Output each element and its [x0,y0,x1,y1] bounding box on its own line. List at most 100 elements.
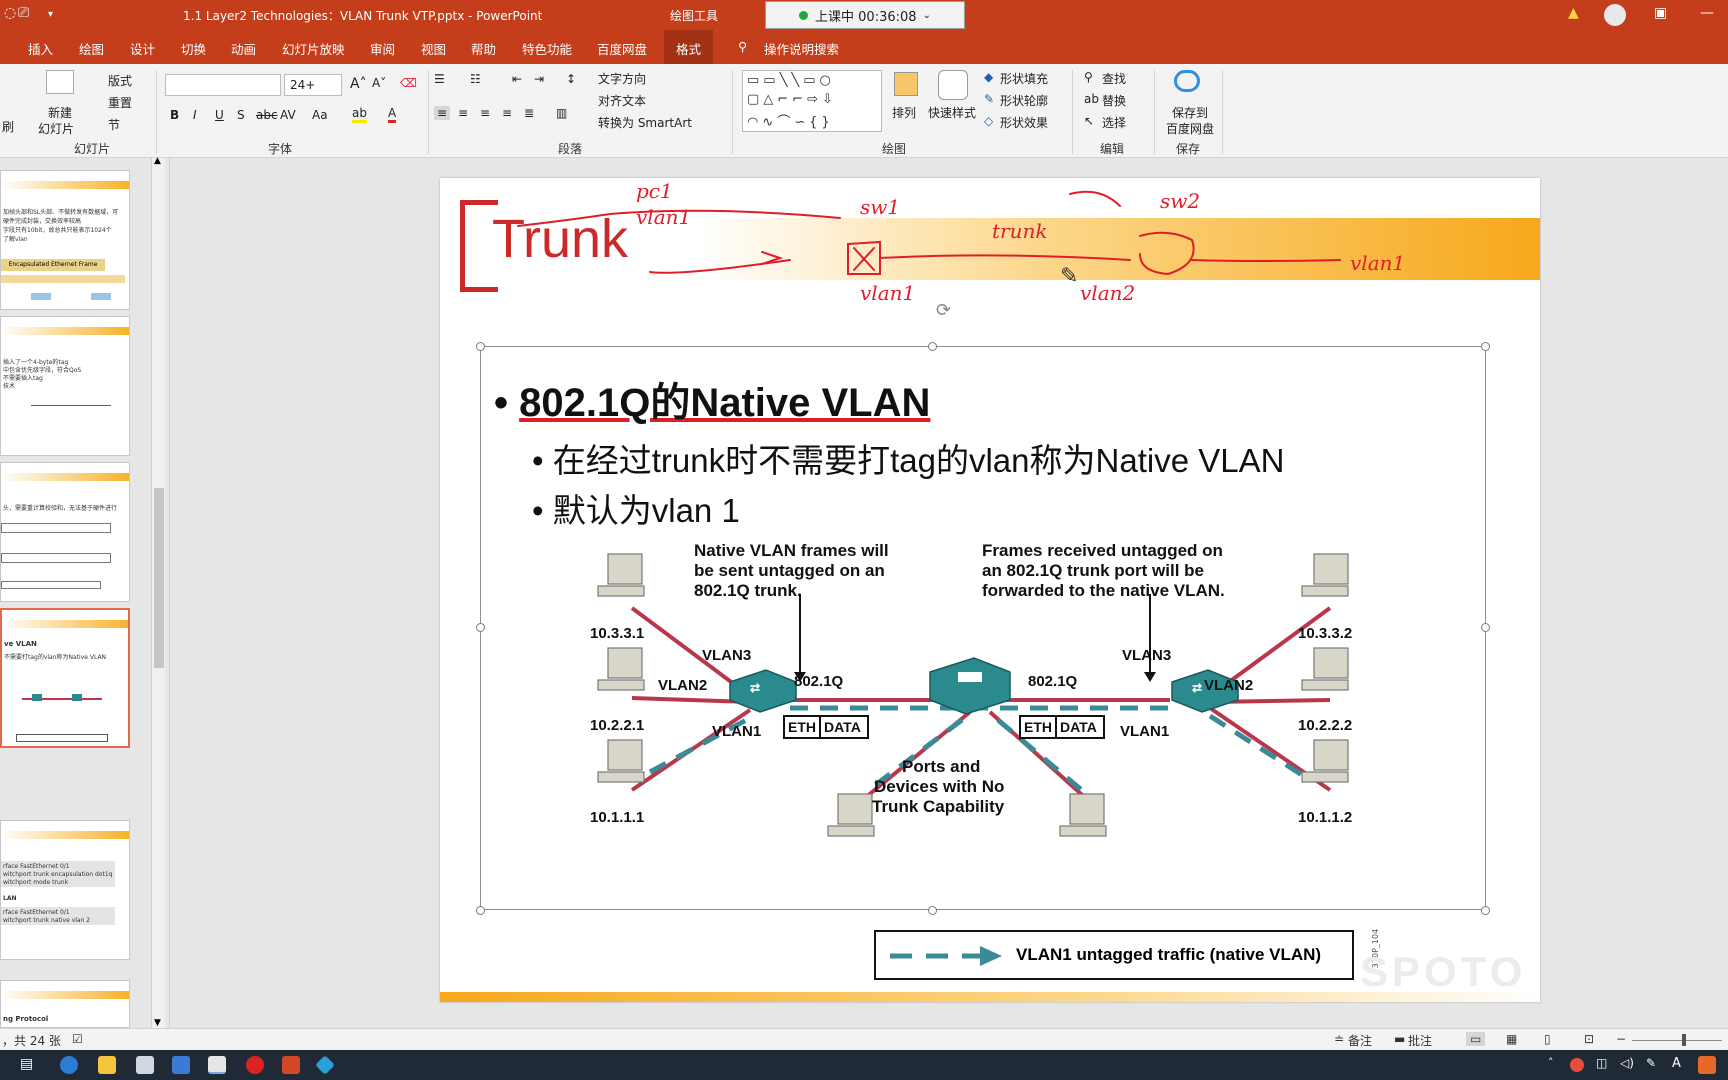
font-name-combo[interactable] [165,74,281,96]
slideshow-view-icon[interactable]: ⊡ [1584,1032,1594,1046]
scrollbar-thumb[interactable] [154,488,164,668]
tab-format[interactable]: 格式 [664,30,714,64]
notes-button[interactable]: 备注 [1348,1032,1372,1049]
new-slide-icon[interactable] [46,70,74,94]
replace-icon[interactable]: ab [1084,92,1099,106]
grow-font-icon[interactable]: A˄ [350,76,367,92]
select-icon[interactable]: ↖ [1084,114,1094,128]
font-size-combo[interactable]: 24+ [284,74,342,96]
accessibility-icon[interactable]: ☑ [72,1032,83,1046]
outline-icon[interactable]: ✎ [984,92,994,106]
arrange-icon[interactable] [894,72,918,96]
resize-handle[interactable] [928,342,937,351]
volume-icon[interactable]: ◁) [1620,1056,1638,1074]
columns-icon[interactable]: ▥ [556,106,567,120]
baidu-cloud-icon[interactable] [1174,70,1200,92]
slide-thumbnail[interactable]: 加帧头部和SL头部、不做转发有数据域，可 硬件完成封装，交换效率较高 字段只有1… [0,170,130,310]
slide-thumbnail-panel[interactable]: 加帧头部和SL头部、不做转发有数据域，可 硬件完成封装，交换效率较高 字段只有1… [0,158,170,1028]
new-slide-button-2[interactable]: 幻灯片 [38,120,74,137]
slide-thumbnail[interactable]: 插入了一个4-byte的tag 中包含优先级字段，符合QoS 不需要插入tag … [0,316,130,456]
search-icon[interactable]: ⚲ [1084,70,1093,84]
normal-view-icon[interactable]: ▭ [1466,1032,1486,1046]
rotate-handle-icon[interactable]: ⟳ [936,300,951,321]
scroll-up-icon[interactable]: ▲ [154,156,161,166]
tab-design[interactable]: 设计 [130,39,155,58]
present-icon[interactable]: ⎚ [18,5,29,21]
recorder-icon[interactable] [246,1056,264,1074]
line-spacing-icon[interactable]: ↕ [566,72,576,86]
slide-thumbnail-selected[interactable]: ve VLAN 不需要打tag的vlan称为Native VLAN [0,608,130,748]
app-icon[interactable] [172,1056,190,1074]
edge-icon[interactable] [60,1056,78,1074]
section-button[interactable]: 节 [108,116,120,133]
zoom-slider-thumb[interactable] [1682,1034,1686,1046]
tab-help[interactable]: 帮助 [471,39,496,58]
change-case-icon[interactable]: Aa [312,108,328,122]
quick-styles-button[interactable]: 快速样式 [928,104,976,121]
smartart-button[interactable]: 转换为 SmartArt [598,114,692,131]
shrink-font-icon[interactable]: A˅ [372,76,386,90]
ime-icon[interactable]: A [1672,1056,1690,1074]
tab-review[interactable]: 审阅 [370,39,395,58]
bullet-sub-1[interactable]: • 在经过trunk时不需要打tag的vlan称为Native VLAN [532,434,1284,482]
powerpoint-icon[interactable] [282,1056,300,1074]
resize-handle[interactable] [476,342,485,351]
bullet-main[interactable]: • 802.1Q的Native VLAN [494,370,930,428]
numbering-icon[interactable]: ☷ [470,72,481,86]
bullet-sub-2[interactable]: • 默认为vlan 1 [532,484,740,532]
justify-icon[interactable]: ≡ [502,106,512,120]
underline-icon[interactable]: U [215,108,224,122]
reading-view-icon[interactable]: ▯ [1544,1032,1551,1046]
resize-handle[interactable] [476,906,485,915]
tell-me-search[interactable]: 操作说明搜索 [764,39,839,58]
notes-icon[interactable]: ≐ [1334,1032,1344,1046]
select-button[interactable]: 选择 [1102,114,1126,131]
tab-slideshow[interactable]: 幻灯片放映 [282,39,345,58]
save-to-baidu-button[interactable]: 百度网盘 [1166,120,1214,137]
save-to-button[interactable]: 保存到 [1172,104,1208,121]
align-center-icon[interactable]: ≡ [458,106,468,120]
find-button[interactable]: 查找 [1102,70,1126,87]
active-window-icon[interactable] [208,1056,226,1074]
layout-button[interactable]: 版式 [108,72,132,89]
recording-indicator[interactable]: 上课中 00:36:08 ⌄ [765,1,965,29]
tab-view[interactable]: 视图 [421,39,446,58]
zoom-out-icon[interactable]: − [1616,1032,1626,1046]
resize-handle[interactable] [1481,342,1490,351]
tab-draw[interactable]: 绘图 [79,39,104,58]
tab-special[interactable]: 特色功能 [522,39,572,58]
shape-fill-button[interactable]: 形状填充 [1000,70,1048,87]
resize-handle[interactable] [476,623,485,632]
shape-effects-button[interactable]: 形状效果 [1000,114,1048,131]
minimize-icon[interactable]: — [1700,5,1714,21]
tray-app-icon[interactable] [1570,1058,1584,1072]
resize-handle[interactable] [928,906,937,915]
comments-button[interactable]: 批注 [1408,1032,1432,1049]
bullets-icon[interactable]: ☰ [434,72,445,86]
cube-app-icon[interactable] [315,1055,335,1075]
strikethrough-icon[interactable]: abc [256,108,278,122]
align-right-icon[interactable]: ≡ [480,106,490,120]
highlight-icon[interactable]: ab [352,106,367,123]
sogou-icon[interactable] [1698,1056,1716,1074]
slide-thumbnail[interactable]: rface FastEthernet 0/1 witchport trunk e… [0,820,130,960]
tray-chevron-icon[interactable]: ˄ [1548,1056,1566,1074]
pen-icon[interactable]: ✎ [1646,1056,1664,1074]
quick-styles-icon[interactable] [938,70,968,100]
new-slide-button[interactable]: 新建 [48,104,72,121]
effects-icon[interactable]: ◇ [984,114,993,128]
align-text-button[interactable]: 对齐文本 [598,92,646,109]
reset-button[interactable]: 重置 [108,94,132,111]
tab-insert[interactable]: 插入 [28,39,53,58]
scroll-down-icon[interactable]: ▼ [154,1018,161,1028]
warning-icon[interactable]: ▲ [1568,5,1579,21]
char-spacing-icon[interactable]: AV [280,108,296,122]
resize-handle[interactable] [1481,906,1490,915]
file-explorer-icon[interactable] [98,1056,116,1074]
shape-outline-button[interactable]: 形状轮廓 [1000,92,1048,109]
tab-baidu[interactable]: 百度网盘 [597,39,647,58]
shapes-gallery[interactable]: ▭▭╲╲▭○ ▢△⌐⌐⇨⇩ ◠∿⌒∽{} [742,70,882,132]
comment-icon[interactable]: ▬ [1394,1032,1405,1046]
tab-animations[interactable]: 动画 [231,39,256,58]
sorter-view-icon[interactable]: ▦ [1506,1032,1517,1046]
